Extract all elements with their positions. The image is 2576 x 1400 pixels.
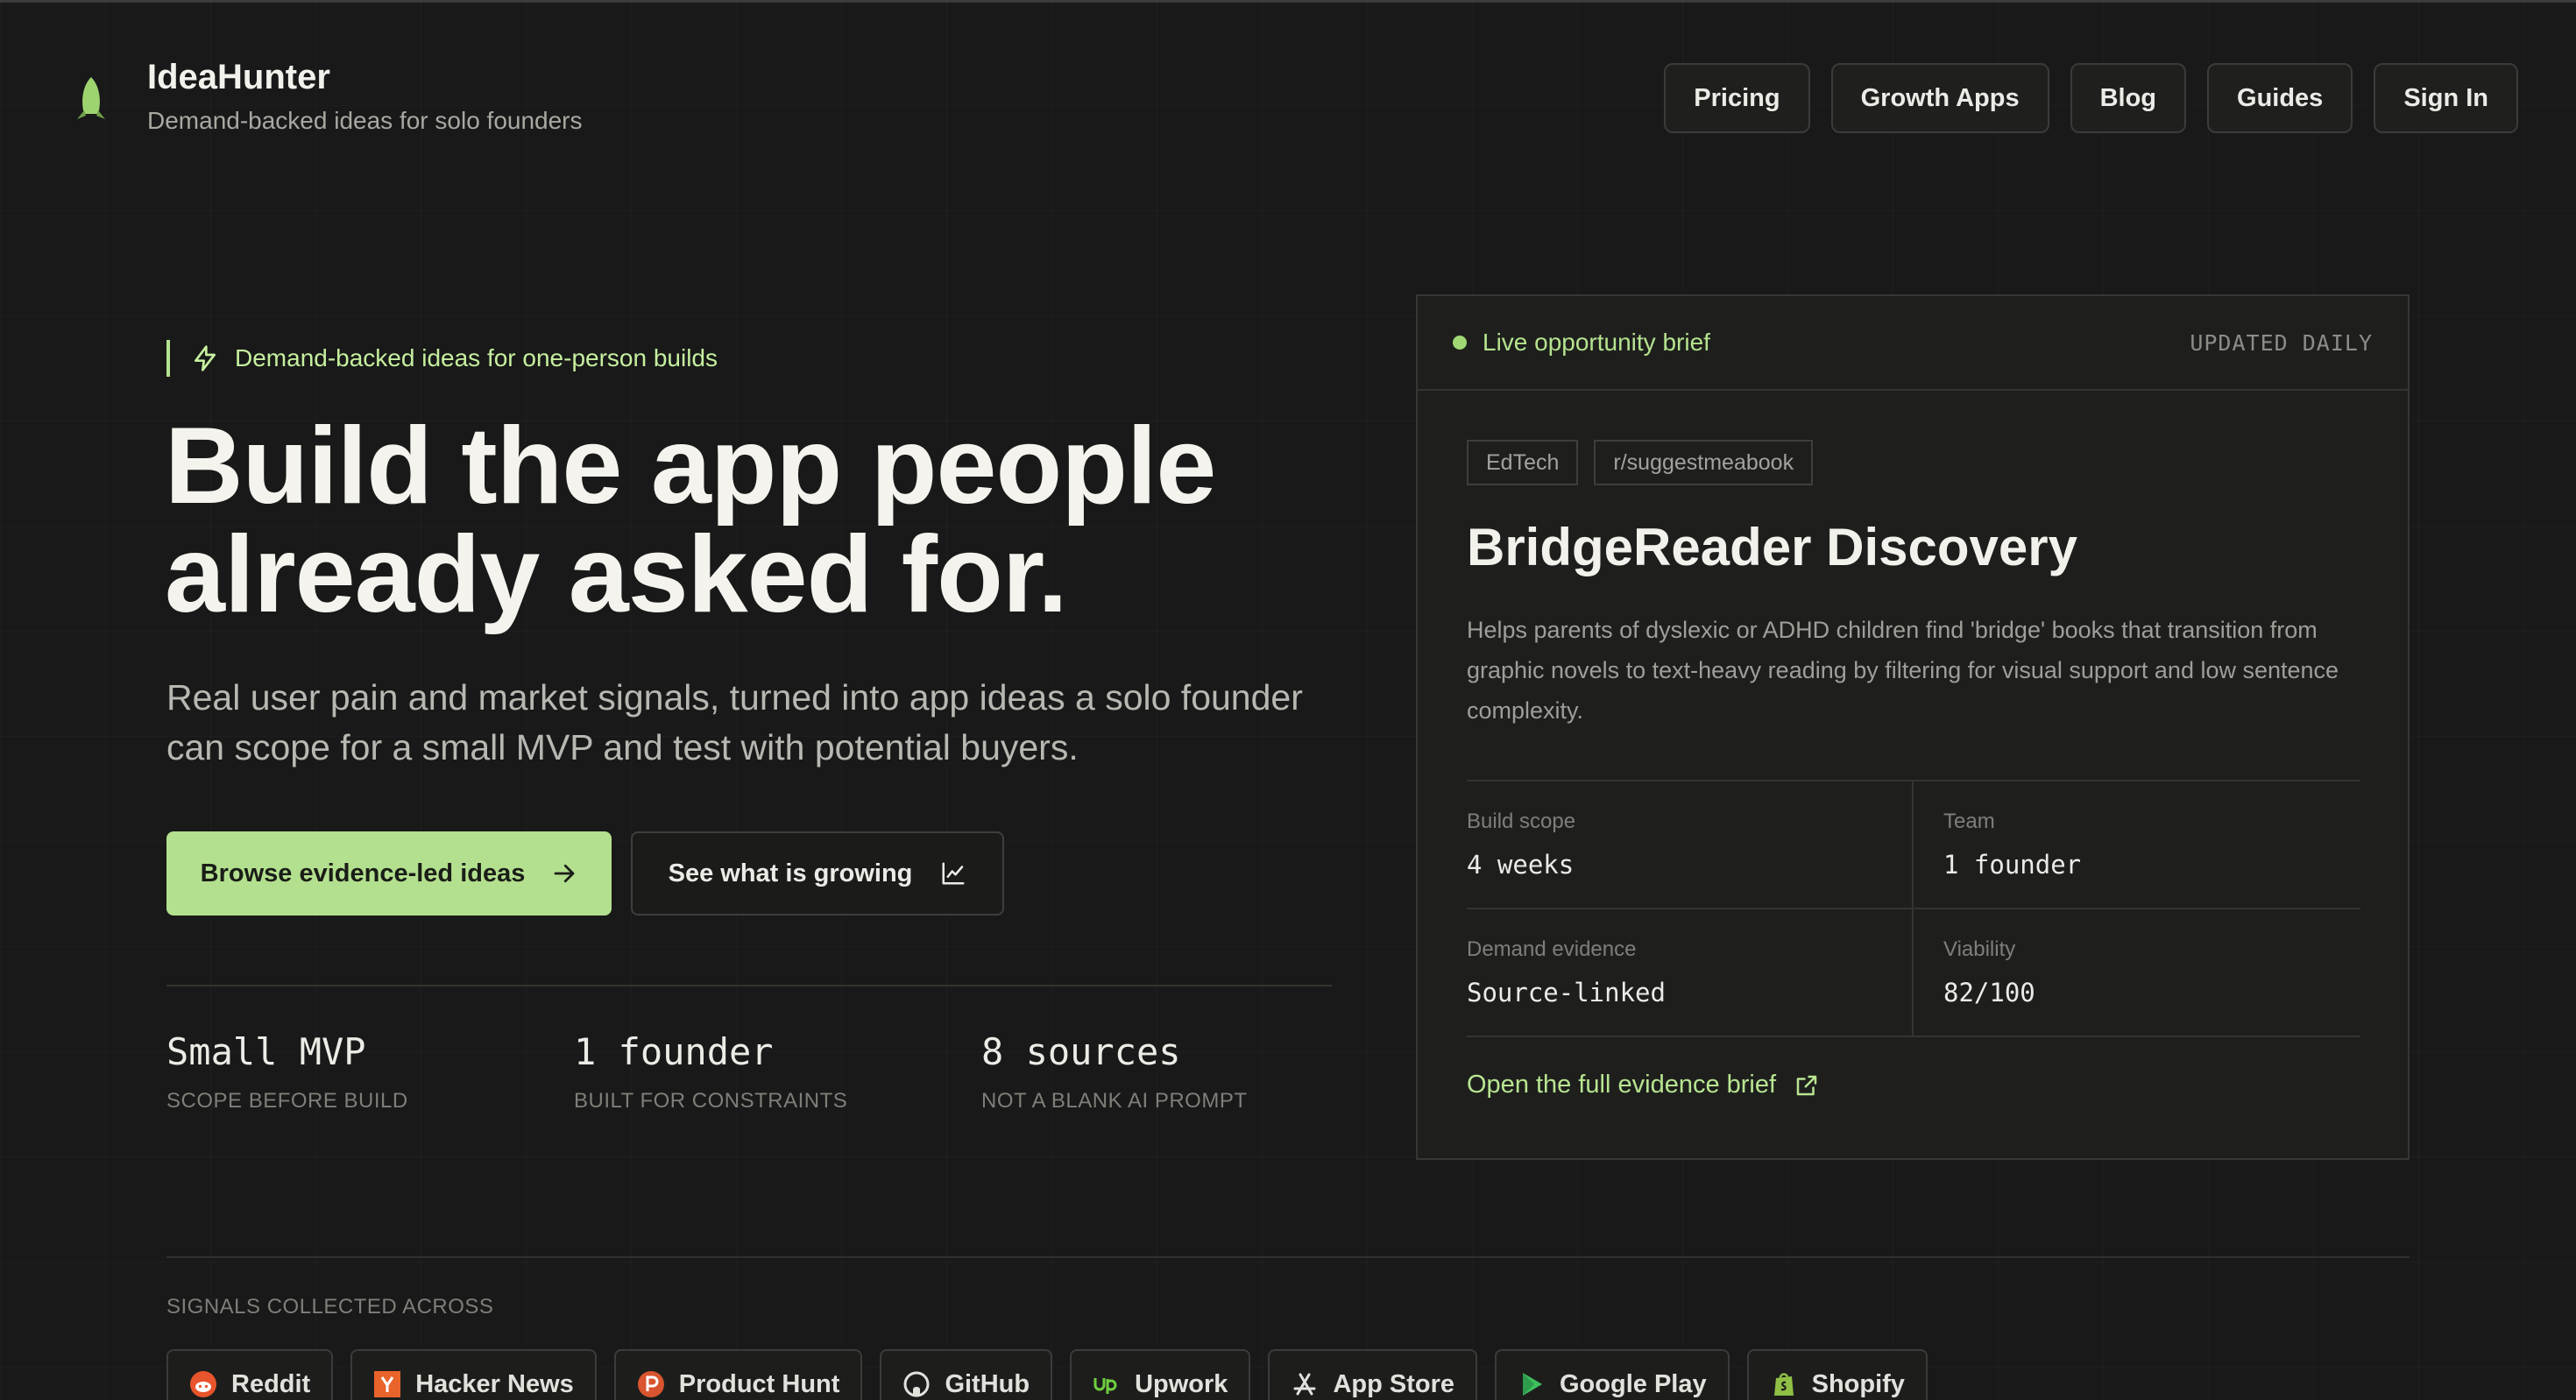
brand-tagline: Demand-backed ideas for solo founders (147, 107, 583, 134)
live-label: Live opportunity brief (1483, 329, 1710, 356)
line-chart-icon (942, 862, 965, 885)
reddit-icon (190, 1371, 216, 1397)
brief-description: Helps parents of dyslexic or ADHD childr… (1467, 617, 2339, 724)
source-hacker-news[interactable]: Hacker News (350, 1349, 597, 1400)
rocket-logo-icon[interactable] (74, 75, 109, 121)
metric-value: 82/100 (1943, 978, 2035, 1008)
brand-name[interactable]: IdeaHunter (147, 58, 330, 97)
nav-pricing-button[interactable]: Pricing (1664, 63, 1810, 133)
brief-metrics: Build scope 4 weeks Team 1 founder Deman… (1467, 780, 2360, 1037)
sources-label: SIGNALS COLLECTED ACROSS (166, 1295, 494, 1319)
stat-label: NOT A BLANK AI PROMPT (981, 1089, 1248, 1113)
stat-item: 1 founder BUILT FOR CONSTRAINTS (574, 1030, 981, 1114)
hero-subtitle: Real user pain and market signals, turne… (166, 677, 1303, 767)
see-growing-button[interactable]: See what is growing (631, 831, 1004, 916)
stat-label: SCOPE BEFORE BUILD (166, 1089, 408, 1113)
open-evidence-brief-link[interactable]: Open the full evidence brief (1467, 1071, 1820, 1099)
updated-label: UPDATED DAILY (2190, 329, 2373, 356)
stat-item: 8 sources NOT A BLANK AI PROMPT (981, 1030, 1389, 1114)
metric-value: Source-linked (1467, 978, 1666, 1008)
source-name: Hacker News (415, 1369, 574, 1398)
source-name: Reddit (231, 1369, 311, 1398)
nav-blog-button[interactable]: Blog (2070, 63, 2187, 133)
nav-growth-apps-button[interactable]: Growth Apps (1830, 63, 2049, 133)
google-play-icon (1523, 1373, 1542, 1396)
brief-title: BridgeReader Discovery (1467, 518, 2077, 576)
sign-in-button[interactable]: Sign In (2374, 63, 2518, 133)
tag-source[interactable]: r/suggestmeabook (1594, 440, 1814, 485)
brief-tags: EdTech r/suggestmeabook (1467, 440, 1814, 485)
stat-value: Small MVP (166, 1030, 366, 1073)
sources-list: Reddit Hacker News Product Hunt GitHub U… (166, 1349, 1928, 1400)
live-indicator: Live opportunity brief (1453, 329, 1710, 357)
shopify-icon (1773, 1373, 1794, 1396)
metric-viability: Viability 82/100 (1914, 909, 2360, 1037)
see-growing-label: See what is growing (668, 859, 913, 887)
arrow-right-icon (554, 864, 575, 883)
source-product-hunt[interactable]: Product Hunt (613, 1349, 863, 1400)
hero-title-line-1: Build the app people (165, 406, 1216, 527)
lightning-icon (195, 345, 216, 371)
source-shopify[interactable]: Shopify (1746, 1349, 1928, 1400)
metric-team: Team 1 founder (1914, 781, 2360, 909)
hero-title-line-2: already asked for. (165, 514, 1068, 635)
source-github[interactable]: GitHub (880, 1349, 1053, 1400)
browse-ideas-label: Browse evidence-led ideas (200, 859, 526, 887)
source-google-play[interactable]: Google Play (1495, 1349, 1730, 1400)
source-reddit[interactable]: Reddit (166, 1349, 334, 1400)
site-header: IdeaHunter Demand-backed ideas for solo … (0, 0, 2576, 158)
card-header: Live opportunity brief UPDATED DAILY (1418, 296, 2408, 391)
hero-stats: Small MVP SCOPE BEFORE BUILD 1 founder B… (166, 1030, 1389, 1114)
source-name: Shopify (1811, 1369, 1905, 1398)
github-icon (903, 1371, 930, 1397)
metric-label: Viability (1943, 937, 2016, 961)
browse-ideas-button[interactable]: Browse evidence-led ideas (166, 831, 612, 916)
source-name: App Store (1333, 1369, 1454, 1398)
source-name: Upwork (1135, 1369, 1228, 1398)
open-evidence-brief-label: Open the full evidence brief (1467, 1071, 1777, 1099)
source-app-store[interactable]: App Store (1268, 1349, 1477, 1400)
source-name: GitHub (945, 1369, 1030, 1398)
eyebrow-text: Demand-backed ideas for one-person build… (235, 344, 718, 371)
top-nav: Pricing Growth Apps Blog Guides Sign In (1664, 63, 2518, 133)
source-name: Product Hunt (678, 1369, 840, 1398)
metric-value: 4 weeks (1467, 850, 1575, 880)
metric-build-scope: Build scope 4 weeks (1467, 781, 1914, 909)
metric-demand-evidence: Demand evidence Source-linked (1467, 909, 1914, 1037)
live-dot-icon (1453, 336, 1467, 350)
external-link-icon (1796, 1075, 1817, 1095)
sources-divider (166, 1256, 2410, 1258)
metric-label: Demand evidence (1467, 937, 1637, 961)
stat-label: BUILT FOR CONSTRAINTS (574, 1089, 848, 1113)
metric-value: 1 founder (1943, 850, 2082, 880)
hero-title: Build the app people already asked for. (165, 412, 1435, 629)
metric-label: Team (1943, 810, 1995, 833)
hacker-news-icon (374, 1371, 401, 1397)
nav-guides-button[interactable]: Guides (2207, 63, 2353, 133)
opportunity-brief-card: Live opportunity brief UPDATED DAILY EdT… (1416, 294, 2410, 1160)
stat-value: 1 founder (574, 1030, 774, 1073)
source-name: Google Play (1560, 1369, 1707, 1398)
hero-eyebrow: Demand-backed ideas for one-person build… (166, 340, 718, 377)
source-upwork[interactable]: Upwork (1070, 1349, 1251, 1400)
hero-divider (166, 985, 1332, 986)
metric-label: Build scope (1467, 810, 1576, 833)
tag-category[interactable]: EdTech (1467, 440, 1579, 485)
stat-value: 8 sources (981, 1030, 1181, 1073)
upwork-icon (1093, 1378, 1117, 1394)
stat-item: Small MVP SCOPE BEFORE BUILD (166, 1030, 574, 1114)
product-hunt-icon (637, 1371, 664, 1397)
app-store-icon (1293, 1373, 1316, 1396)
